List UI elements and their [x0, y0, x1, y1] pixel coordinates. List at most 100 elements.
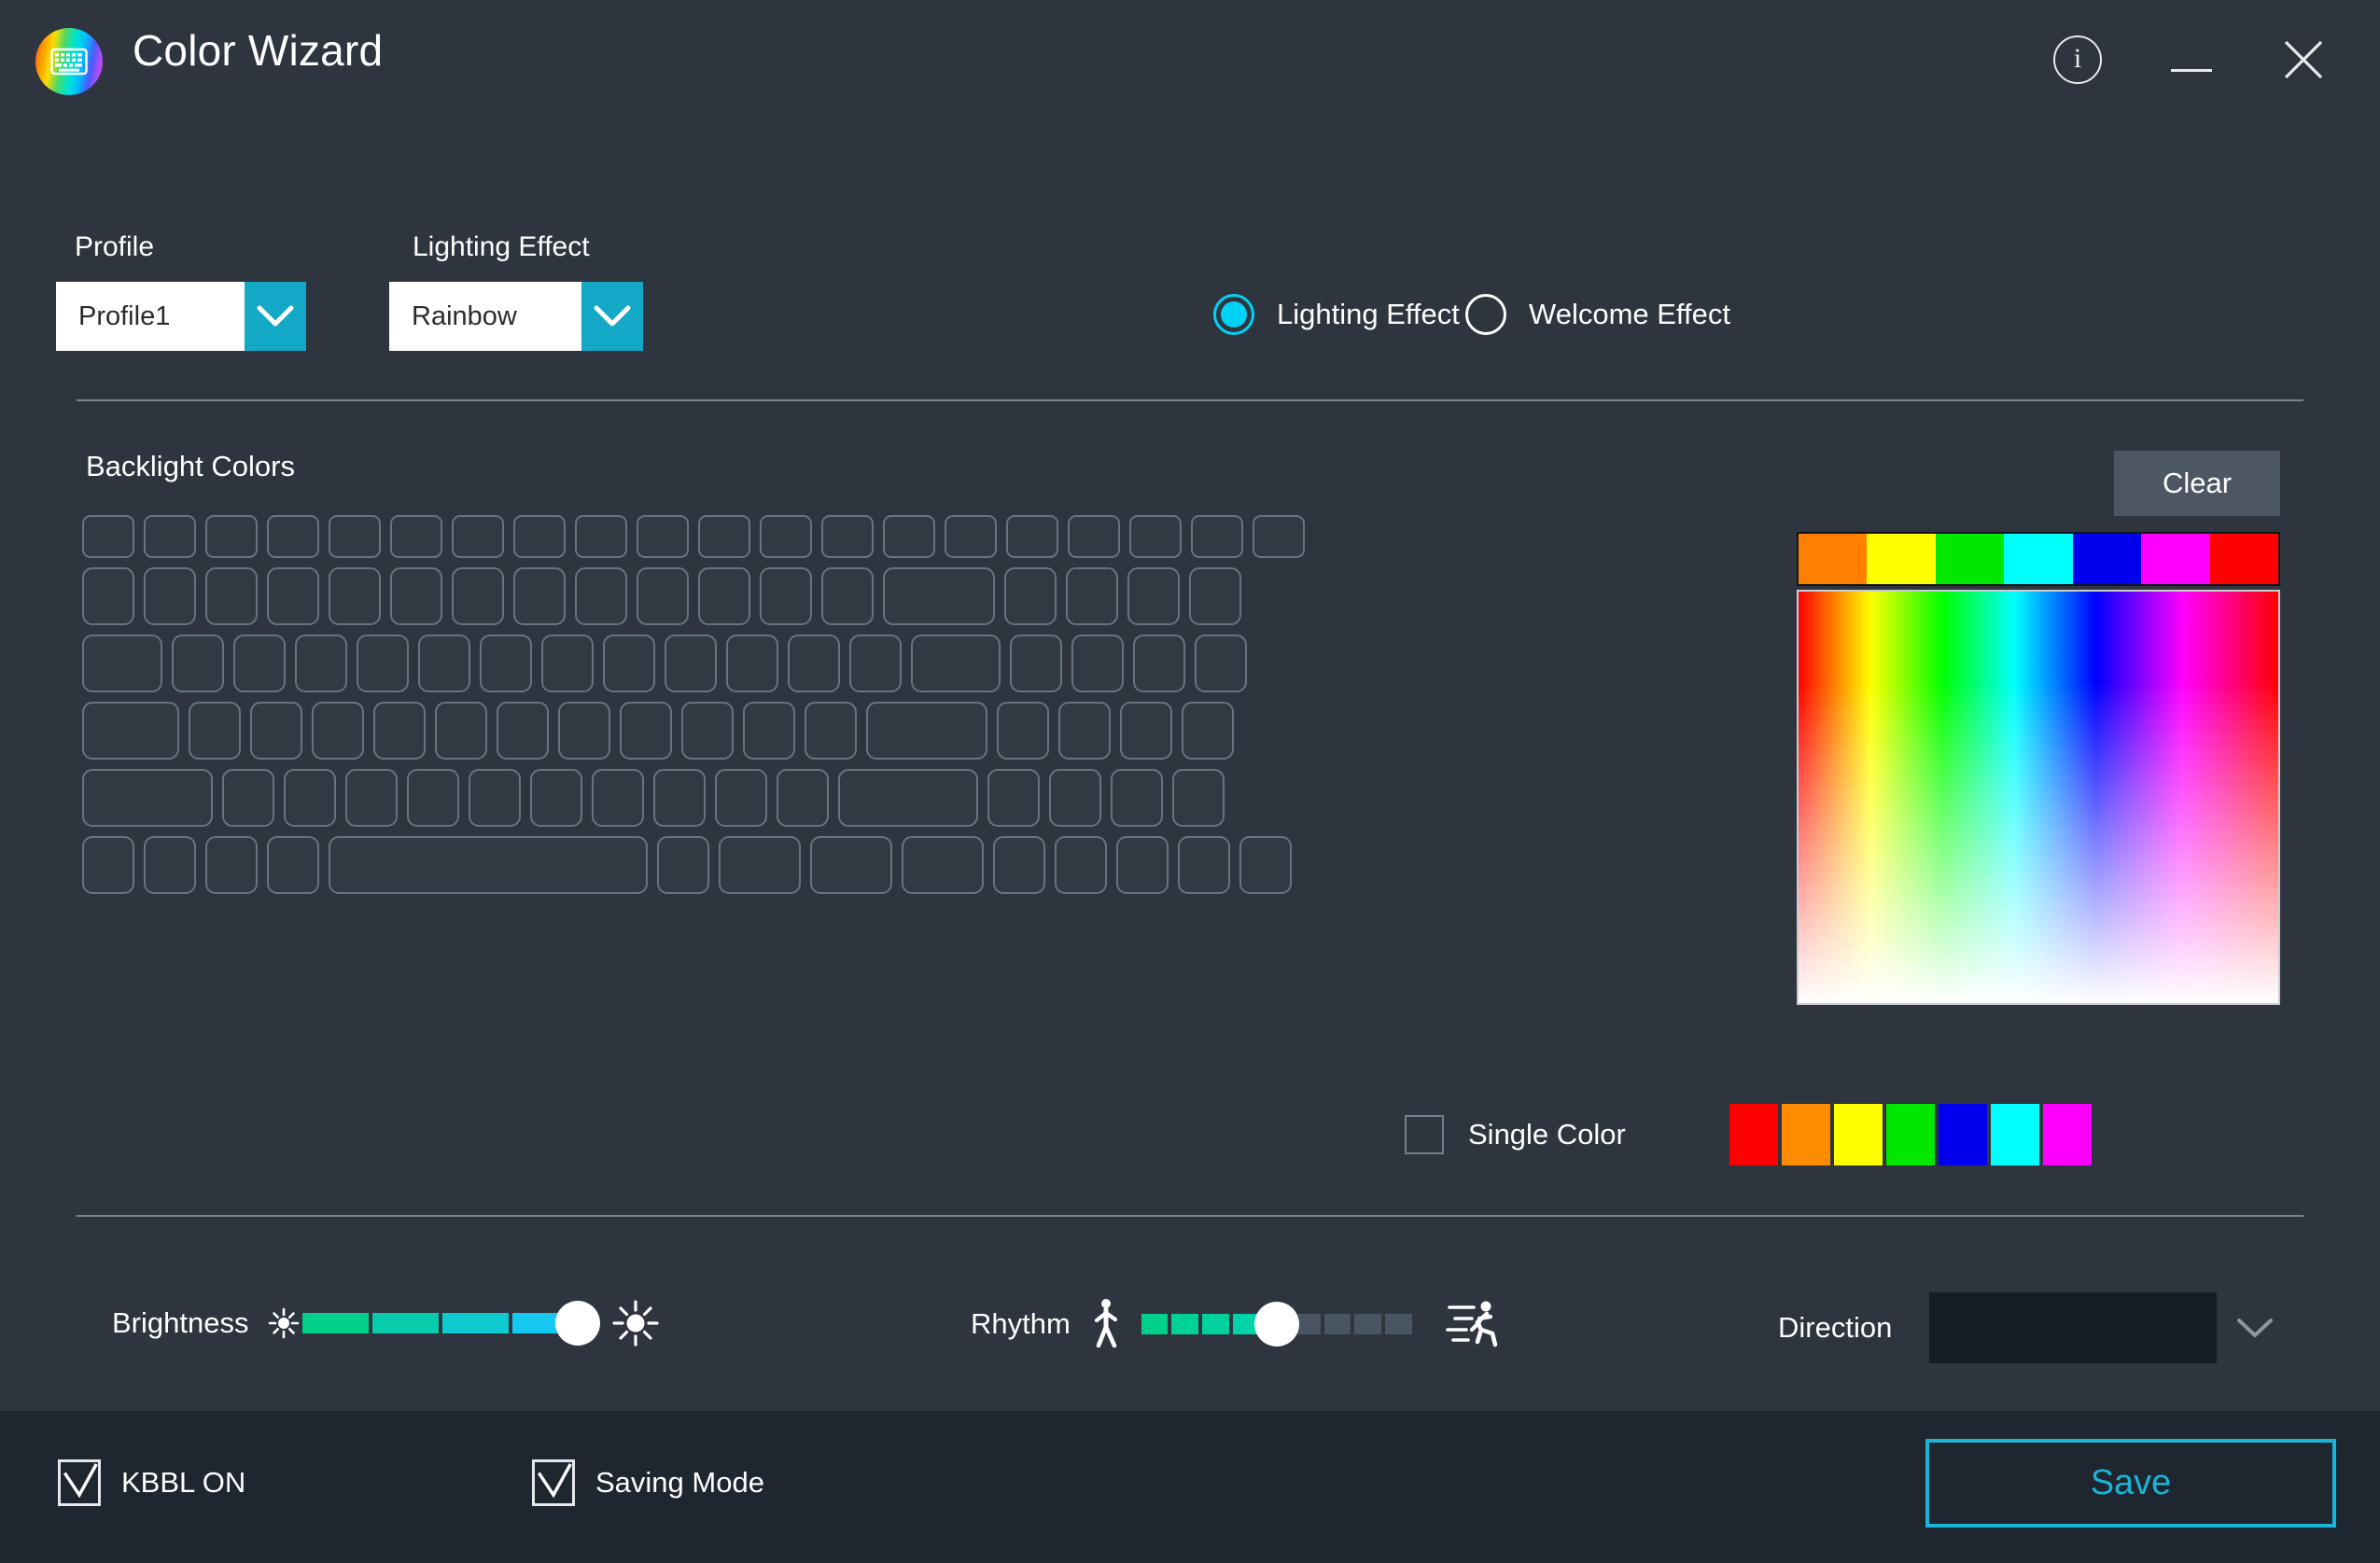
slider-segment[interactable] [302, 1313, 370, 1333]
keyboard-key[interactable] [726, 635, 778, 692]
keyboard-key[interactable] [698, 515, 750, 558]
keyboard-key[interactable] [657, 836, 709, 894]
lighting-effect-dropdown[interactable]: Rainbow [389, 282, 643, 351]
chevron-down-icon[interactable] [581, 282, 643, 351]
direction-dropdown[interactable] [1929, 1292, 2294, 1363]
keyboard-key[interactable] [418, 635, 470, 692]
keyboard-key[interactable] [407, 769, 459, 827]
minimize-button[interactable] [2147, 0, 2236, 119]
keyboard-key[interactable] [997, 702, 1049, 760]
keyboard-key[interactable] [284, 769, 336, 827]
kbbl-on-checkbox[interactable]: KBBL ON [58, 1459, 245, 1506]
keyboard-key[interactable] [777, 769, 829, 827]
save-button[interactable]: Save [1925, 1439, 2336, 1528]
keyboard-key[interactable] [637, 567, 689, 625]
keyboard-key[interactable] [1191, 515, 1243, 558]
keyboard-key[interactable] [1116, 836, 1169, 894]
keyboard-key[interactable] [1195, 635, 1247, 692]
keyboard-key[interactable] [1071, 635, 1124, 692]
keyboard-key[interactable] [1049, 769, 1101, 827]
keyboard-key[interactable] [1004, 567, 1057, 625]
keyboard-key[interactable] [1127, 567, 1180, 625]
keyboard-key[interactable] [760, 515, 812, 558]
keyboard-key[interactable] [373, 702, 426, 760]
keyboard-key[interactable] [1253, 515, 1305, 558]
keyboard-key[interactable] [295, 635, 347, 692]
keyboard-key[interactable] [743, 702, 795, 760]
keyboard-key[interactable] [620, 702, 672, 760]
slider-segment[interactable] [1202, 1314, 1229, 1334]
color-swatch-row[interactable] [1729, 1104, 2092, 1165]
keyboard-key[interactable] [144, 567, 196, 625]
keyboard-key[interactable] [883, 567, 995, 625]
keyboard-key[interactable] [1182, 702, 1234, 760]
radio-welcome-effect[interactable]: Welcome Effect [1465, 294, 1730, 335]
color-swatch[interactable] [1782, 1104, 1830, 1165]
hue-swatch[interactable] [1799, 534, 1868, 584]
radio-lighting-effect[interactable]: Lighting Effect [1213, 294, 1460, 335]
keyboard-key[interactable] [345, 769, 398, 827]
keyboard-key[interactable] [911, 635, 1001, 692]
saving-mode-checkbox[interactable]: Saving Mode [532, 1459, 764, 1506]
slider-segment[interactable] [1323, 1314, 1351, 1334]
keyboard-key[interactable] [357, 635, 409, 692]
keyboard-key[interactable] [810, 836, 892, 894]
keyboard-key[interactable] [1133, 635, 1185, 692]
keyboard-key[interactable] [497, 702, 549, 760]
slider-segment[interactable] [1141, 1314, 1169, 1334]
keyboard-key[interactable] [250, 702, 302, 760]
keyboard-key[interactable] [575, 515, 627, 558]
keyboard-key[interactable] [82, 567, 134, 625]
slider-segment[interactable] [1354, 1314, 1382, 1334]
keyboard-key[interactable] [144, 515, 196, 558]
keyboard-key[interactable] [205, 567, 258, 625]
keyboard-key[interactable] [1129, 515, 1182, 558]
color-swatch[interactable] [2043, 1104, 2092, 1165]
keyboard-key[interactable] [312, 702, 364, 760]
keyboard-key[interactable] [945, 515, 997, 558]
keyboard-key[interactable] [1172, 769, 1225, 827]
keyboard-key[interactable] [1010, 635, 1062, 692]
keyboard-key[interactable] [480, 635, 532, 692]
hue-swatch[interactable] [2004, 534, 2073, 584]
keyboard-key[interactable] [452, 515, 504, 558]
keyboard-key[interactable] [189, 702, 241, 760]
keyboard-key[interactable] [329, 515, 381, 558]
color-picker[interactable] [1797, 532, 2280, 1005]
keyboard-key[interactable] [849, 635, 902, 692]
color-swatch[interactable] [1886, 1104, 1935, 1165]
keyboard-key[interactable] [1111, 769, 1163, 827]
keyboard-key[interactable] [390, 567, 442, 625]
keyboard-key-grid[interactable] [82, 515, 1790, 903]
keyboard-key[interactable] [541, 635, 594, 692]
info-button[interactable]: i [2033, 0, 2122, 119]
keyboard-key[interactable] [205, 515, 258, 558]
keyboard-key[interactable] [1120, 702, 1172, 760]
brightness-track[interactable] [302, 1301, 601, 1346]
keyboard-key[interactable] [821, 567, 874, 625]
keyboard-key[interactable] [902, 836, 984, 894]
keyboard-key[interactable] [530, 769, 582, 827]
keyboard-key[interactable] [82, 515, 134, 558]
hue-swatch[interactable] [1867, 534, 1936, 584]
slider-segment[interactable] [441, 1313, 509, 1333]
keyboard-key[interactable] [558, 702, 610, 760]
keyboard-key[interactable] [1006, 515, 1058, 558]
slider-segment[interactable] [372, 1313, 439, 1333]
chevron-down-icon[interactable] [245, 282, 306, 351]
close-button[interactable] [2259, 0, 2348, 119]
keyboard-key[interactable] [1178, 836, 1230, 894]
keyboard-key[interactable] [1055, 836, 1107, 894]
slider-segment[interactable] [1385, 1314, 1412, 1334]
keyboard-key[interactable] [788, 635, 840, 692]
keyboard-key[interactable] [267, 836, 319, 894]
keyboard-key[interactable] [698, 567, 750, 625]
saturation-value-panel[interactable] [1797, 590, 2280, 1005]
keyboard-key[interactable] [82, 702, 179, 760]
keyboard-key[interactable] [144, 836, 196, 894]
keyboard-key[interactable] [760, 567, 812, 625]
single-color-checkbox[interactable]: Single Color [1405, 1115, 1626, 1154]
hue-swatch[interactable] [1935, 534, 2005, 584]
keyboard-key[interactable] [575, 567, 627, 625]
keyboard-key[interactable] [513, 567, 566, 625]
